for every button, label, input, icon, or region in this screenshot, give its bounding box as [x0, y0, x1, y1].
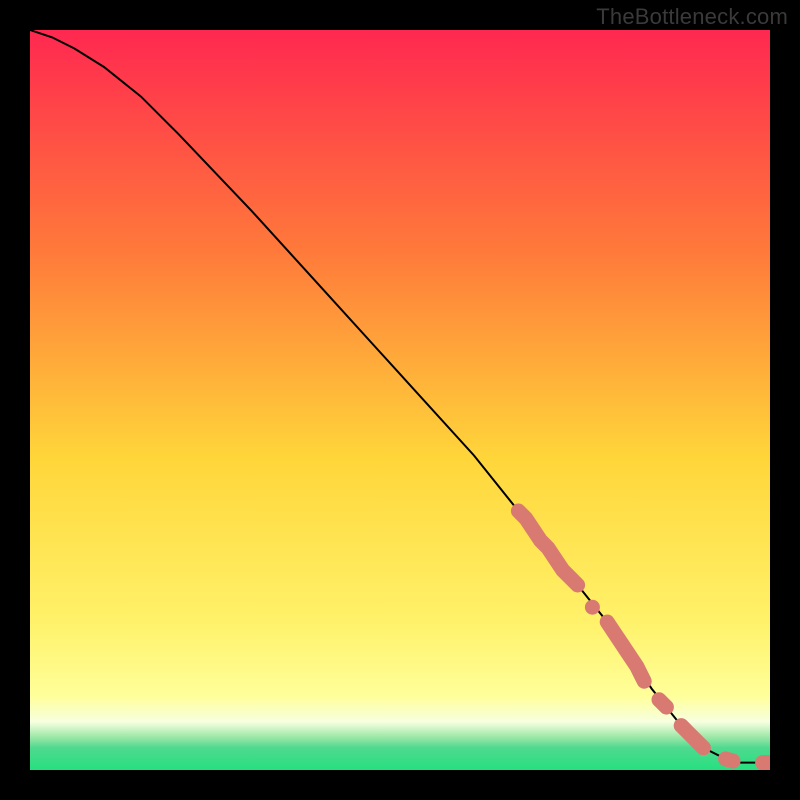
plot-background	[30, 30, 770, 770]
marker-run	[659, 700, 666, 707]
marker-run	[726, 759, 733, 761]
chart-frame: TheBottleneck.com	[0, 0, 800, 800]
marker-dot	[585, 600, 600, 615]
bottleneck-chart	[30, 30, 770, 770]
attribution-text: TheBottleneck.com	[596, 4, 788, 30]
